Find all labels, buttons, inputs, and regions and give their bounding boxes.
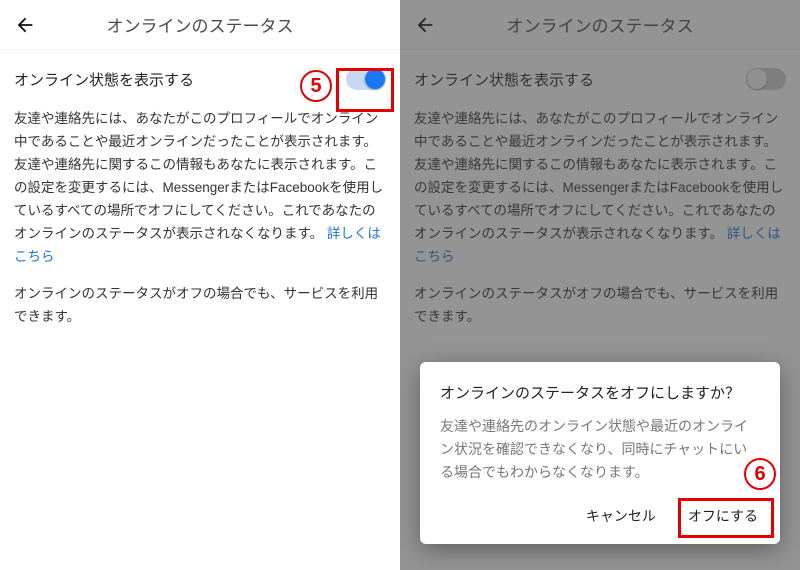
description-body: 友達や連絡先には、あなたがこのプロフィールでオンライン中であることや最近オンライ… [414,111,783,241]
cancel-button[interactable]: キャンセル [584,502,658,530]
pane-step-5: オンラインのステータス オンライン状態を表示する 友達や連絡先には、あなたがこの… [0,0,400,570]
dialog-body: 友達や連絡先のオンライン状態や最近のオンライン状況を確認できなくなり、同時にチャ… [440,415,760,484]
description-secondary: オンラインのステータスがオフの場合でも、サービスを利用できます。 [14,283,386,329]
back-button[interactable] [12,12,38,38]
confirm-dialog: オンラインのステータスをオフにしますか？ 友達や連絡先のオンライン状態や最近のオ… [420,362,780,544]
toggle-knob [365,69,385,89]
description-text: 友達や連絡先には、あなたがこのプロフィールでオンライン中であることや最近オンライ… [414,108,786,269]
dialog-actions: キャンセル オフにする [440,502,760,530]
two-up-screenshot: オンラインのステータス オンライン状態を表示する 友達や連絡先には、あなたがこの… [0,0,800,570]
online-status-toggle[interactable] [346,68,386,90]
page-title: オンラインのステータス [107,12,294,37]
toggle-label: オンライン状態を表示する [14,69,194,90]
content: オンライン状態を表示する 友達や連絡先には、あなたがこのプロフィールでオンライン… [400,50,800,328]
arrow-left-icon [414,14,436,36]
toggle-label: オンライン状態を表示する [414,69,594,90]
back-button[interactable] [412,12,438,38]
toggle-knob [747,69,767,89]
description-secondary: オンラインのステータスがオフの場合でも、サービスを利用できます。 [414,283,786,329]
pane-step-6: オンラインのステータス オンライン状態を表示する 友達や連絡先には、あなたがこの… [400,0,800,570]
toggle-row: オンライン状態を表示する [414,68,786,90]
description-text: 友達や連絡先には、あなたがこのプロフィールでオンライン中であることや最近オンライ… [14,108,386,269]
toggle-row: オンライン状態を表示する [14,68,386,90]
page-title: オンラインのステータス [507,12,694,37]
header: オンラインのステータス [400,0,800,50]
description-body: 友達や連絡先には、あなたがこのプロフィールでオンライン中であることや最近オンライ… [14,111,383,241]
header: オンラインのステータス [0,0,400,50]
arrow-left-icon [14,14,36,36]
confirm-button[interactable]: オフにする [686,502,760,530]
online-status-toggle[interactable] [746,68,786,90]
content: オンライン状態を表示する 友達や連絡先には、あなたがこのプロフィールでオンライン… [0,50,400,328]
dialog-title: オンラインのステータスをオフにしますか？ [440,382,760,403]
